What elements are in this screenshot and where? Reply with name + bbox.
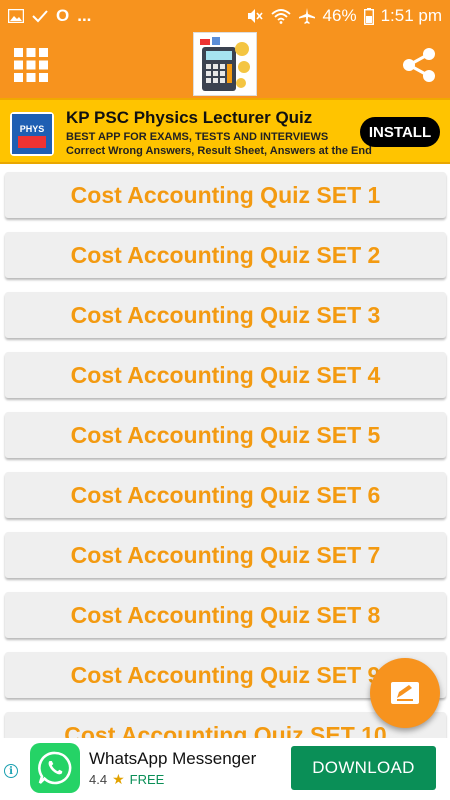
install-button[interactable]: INSTALL <box>360 117 440 147</box>
clock: 1:51 pm <box>380 6 442 25</box>
star-icon: ★ <box>112 771 125 787</box>
quiz-set-3-button[interactable]: Cost Accounting Quiz SET 3 <box>5 292 446 338</box>
calculator-icon <box>200 37 250 91</box>
grid-menu-button[interactable] <box>14 48 48 82</box>
edit-note-icon <box>391 682 419 704</box>
ad-title: KP PSC Physics Lecturer Quiz <box>66 108 313 127</box>
ad-app-logo: PHYS <box>10 112 54 156</box>
status-left-icons: O ... <box>8 6 91 26</box>
quiz-set-6-button[interactable]: Cost Accounting Quiz SET 6 <box>5 472 446 518</box>
quiz-set-7-button[interactable]: Cost Accounting Quiz SET 7 <box>5 532 446 578</box>
status-right-icons: 46% 1:51 pm <box>246 6 442 26</box>
airplane-icon <box>298 7 316 25</box>
ad-rating: 4.4 <box>89 772 108 787</box>
ad-subtitle: BEST APP FOR EXAMS, TESTS AND INTERVIEWS <box>66 131 329 143</box>
image-icon <box>8 9 24 23</box>
more-dots: ... <box>77 6 92 25</box>
circle-o-icon: O <box>56 6 70 25</box>
ad-description: Correct Wrong Answers, Result Sheet, Ans… <box>66 145 372 157</box>
wifi-icon <box>270 8 291 24</box>
check-icon <box>32 9 48 23</box>
ad-banner-bottom[interactable]: i WhatsApp Messenger 4.4 ★ FREE DOWNLOAD <box>0 738 450 800</box>
ad-app-meta: 4.4 ★ FREE <box>89 771 164 788</box>
quiz-set-1-button[interactable]: Cost Accounting Quiz SET 1 <box>5 172 446 218</box>
whatsapp-icon <box>30 743 80 793</box>
download-button[interactable]: DOWNLOAD <box>291 746 436 790</box>
quiz-set-5-button[interactable]: Cost Accounting Quiz SET 5 <box>5 412 446 458</box>
quiz-list: Cost Accounting Quiz SET 1 Cost Accounti… <box>0 164 450 738</box>
grid-icon <box>14 48 48 82</box>
app-logo <box>193 32 257 96</box>
mute-icon <box>246 8 264 24</box>
quiz-set-8-button[interactable]: Cost Accounting Quiz SET 8 <box>5 592 446 638</box>
battery-icon <box>363 7 374 25</box>
battery-percent: 46% <box>322 6 357 25</box>
ad-info-icon[interactable]: i <box>4 764 18 778</box>
share-icon <box>403 48 435 82</box>
ad-app-name: WhatsApp Messenger <box>89 749 257 768</box>
ad-price: FREE <box>129 772 165 787</box>
share-button[interactable] <box>400 46 438 84</box>
feedback-fab[interactable] <box>370 658 440 728</box>
status-bar: O ... 46% 1:51 pm <box>0 0 450 32</box>
svg-text:PHYS: PHYS <box>20 124 45 134</box>
quiz-set-2-button[interactable]: Cost Accounting Quiz SET 2 <box>5 232 446 278</box>
ad-banner-top[interactable]: PHYS KP PSC Physics Lecturer Quiz BEST A… <box>0 98 450 164</box>
quiz-set-4-button[interactable]: Cost Accounting Quiz SET 4 <box>5 352 446 398</box>
app-bar <box>0 32 450 98</box>
